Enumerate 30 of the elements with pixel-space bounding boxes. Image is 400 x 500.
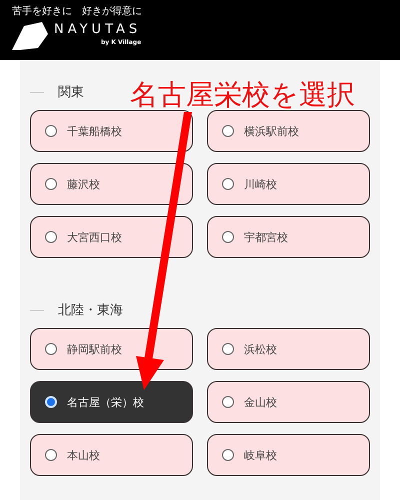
radio-icon [222,125,234,137]
tagline: 苦手を好きに 好きが得意に [12,6,142,18]
school-option[interactable]: 大宮西口校 [30,216,193,258]
radio-icon [222,343,234,355]
school-option[interactable]: 千葉船橋校 [30,110,193,152]
radio-icon [45,343,57,355]
annotation-text: 名古屋栄校を選択 [130,77,355,113]
radio-icon [45,125,57,137]
region-heading: 北陸・東海 [58,302,123,319]
school-option[interactable]: 浜松校 [207,328,370,370]
school-option[interactable]: 名古屋（栄）校 [30,381,193,423]
school-option[interactable]: 宇都宮校 [207,216,370,258]
radio-icon [222,231,234,243]
school-option[interactable]: 岐阜校 [207,434,370,476]
school-option[interactable]: 藤沢校 [30,163,193,205]
school-option[interactable]: 本山校 [30,434,193,476]
radio-icon [45,178,57,190]
radio-icon [45,231,57,243]
radio-icon [222,396,234,408]
hexagon-logo-icon [12,20,48,50]
school-option[interactable]: 川崎校 [207,163,370,205]
radio-icon [222,178,234,190]
radio-icon [45,396,57,408]
school-option[interactable]: 静岡駅前校 [30,328,193,370]
region-heading: 関東 [58,84,84,101]
school-option[interactable]: 横浜駅前校 [207,110,370,152]
logo-text: NAYUTAS [54,22,142,38]
school-option[interactable]: 金山校 [207,381,370,423]
radio-icon [222,449,234,461]
radio-icon [45,449,57,461]
